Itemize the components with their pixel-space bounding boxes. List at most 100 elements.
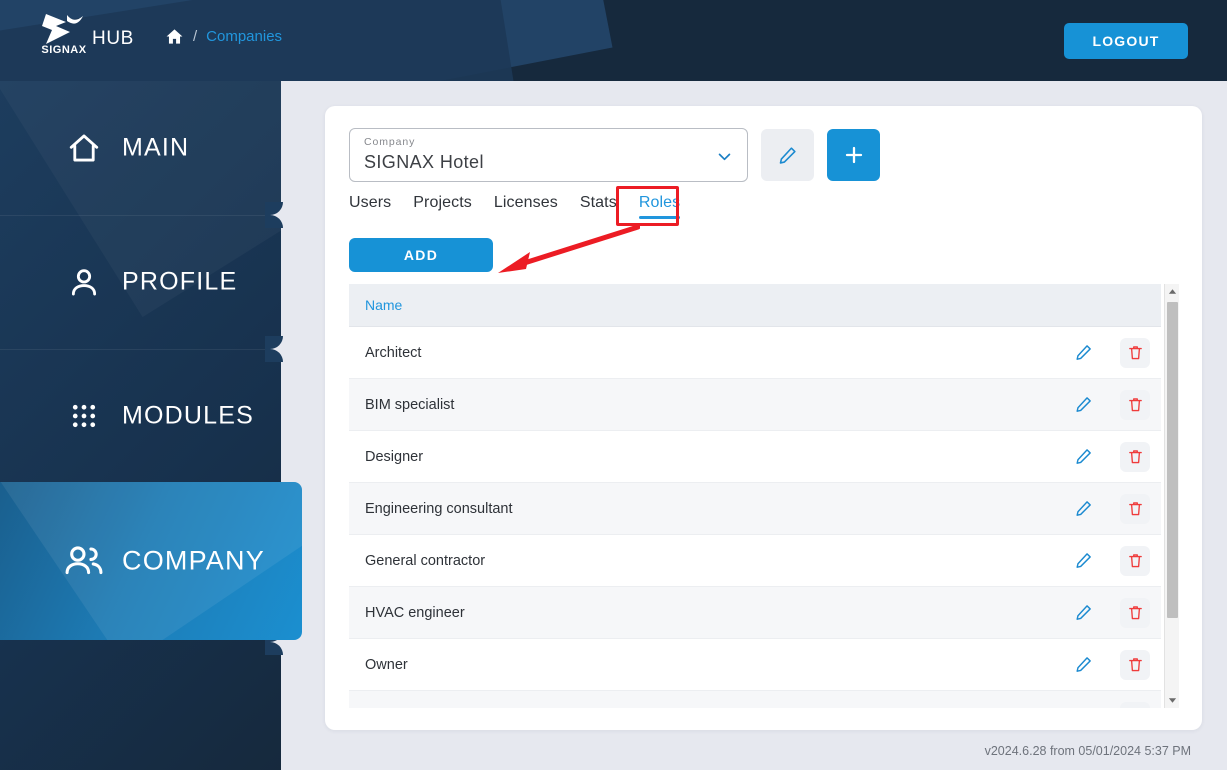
- sidebar-item-profile[interactable]: PROFILE: [0, 215, 281, 349]
- breadcrumb-separator: /: [193, 28, 198, 45]
- row-delete-button[interactable]: [1120, 337, 1150, 368]
- add-role-button[interactable]: ADD: [349, 238, 493, 272]
- row-edit-button[interactable]: [1068, 338, 1098, 368]
- caret-down-icon[interactable]: [1165, 693, 1179, 708]
- roles-table: Name Architect BIM specialist Designer E…: [349, 284, 1161, 708]
- caret-up-icon[interactable]: [1165, 284, 1179, 299]
- company-selector-row: Company SIGNAX Hotel: [349, 128, 880, 182]
- app-name: HUB: [92, 28, 134, 49]
- table-row[interactable]: General contractor: [349, 534, 1161, 587]
- cell-edit: [1057, 534, 1109, 587]
- plus-icon: [845, 146, 862, 164]
- cell-delete: [1109, 690, 1161, 708]
- row-delete-button[interactable]: [1120, 649, 1150, 680]
- pencil-icon: [1075, 501, 1091, 516]
- cell-role-name: Engineering consultant: [349, 482, 1057, 535]
- row-delete-button[interactable]: [1120, 597, 1150, 628]
- main-content-card: Company SIGNAX Hotel Users Projects Lice…: [325, 106, 1202, 730]
- trash-icon: [1128, 346, 1142, 360]
- table-row[interactable]: Engineering consultant: [349, 482, 1161, 535]
- table-row[interactable]: Designer: [349, 430, 1161, 483]
- cell-edit: [1057, 482, 1109, 535]
- sidebar-item-company[interactable]: COMPANY: [0, 482, 302, 640]
- row-edit-button[interactable]: [1068, 494, 1098, 524]
- sidebar-item-label: MAIN: [122, 133, 190, 162]
- tab-bar: Users Projects Licenses Stats Roles: [349, 194, 681, 219]
- signax-logo[interactable]: SIGNAX: [36, 12, 92, 64]
- cell-role-name: [349, 690, 1057, 708]
- tab-licenses[interactable]: Licenses: [494, 194, 558, 219]
- grid-dots-icon: [64, 396, 104, 436]
- row-delete-button[interactable]: [1120, 441, 1150, 472]
- trash-icon: [1128, 502, 1142, 516]
- column-header-delete: [1109, 284, 1161, 327]
- cell-edit: [1057, 430, 1109, 483]
- trash-icon: [1128, 606, 1142, 620]
- version-footer: v2024.6.28 from 05/01/2024 5:37 PM: [984, 744, 1191, 758]
- cell-delete: [1109, 482, 1161, 535]
- row-edit-button[interactable]: [1068, 598, 1098, 628]
- trash-icon: [1128, 658, 1142, 672]
- row-edit-button[interactable]: [1068, 702, 1098, 709]
- cell-edit: [1057, 326, 1109, 379]
- row-delete-button[interactable]: [1120, 545, 1150, 576]
- cell-edit: [1057, 586, 1109, 639]
- trash-icon: [1128, 398, 1142, 412]
- pencil-icon: [779, 146, 796, 164]
- trash-icon: [1128, 554, 1142, 568]
- add-company-button[interactable]: [827, 129, 880, 181]
- cell-delete: [1109, 638, 1161, 691]
- pencil-icon: [1075, 657, 1091, 672]
- cell-delete: [1109, 534, 1161, 587]
- company-select-label: Company: [364, 136, 416, 148]
- tab-roles[interactable]: Roles: [638, 194, 681, 219]
- cell-edit: [1057, 690, 1109, 709]
- tab-users[interactable]: Users: [349, 194, 391, 219]
- table-row[interactable]: [349, 690, 1161, 709]
- sidebar-item-label: MODULES: [122, 401, 255, 430]
- sidebar-nav: MAIN PROFILE MODULES COMPANY: [0, 81, 302, 770]
- sidebar-notch: [265, 202, 283, 228]
- row-edit-button[interactable]: [1068, 390, 1098, 420]
- sidebar-notch: [265, 336, 283, 362]
- cell-role-name: HVAC engineer: [349, 586, 1057, 639]
- tab-projects[interactable]: Projects: [413, 194, 472, 219]
- sidebar-item-modules[interactable]: MODULES: [0, 349, 281, 483]
- pencil-icon: [1075, 605, 1091, 620]
- table-head: Name: [349, 284, 1161, 327]
- sidebar-item-main[interactable]: MAIN: [0, 81, 281, 215]
- row-edit-button[interactable]: [1068, 442, 1098, 472]
- person-icon: [64, 262, 104, 302]
- row-edit-button[interactable]: [1068, 546, 1098, 576]
- row-delete-button[interactable]: [1120, 701, 1150, 708]
- table-scrollbar[interactable]: [1164, 284, 1179, 708]
- sidebar: MAIN PROFILE MODULES COMPANY: [0, 81, 302, 770]
- home-icon[interactable]: [165, 27, 184, 46]
- scrollbar-thumb[interactable]: [1167, 302, 1178, 618]
- table-row[interactable]: Owner: [349, 638, 1161, 691]
- company-select[interactable]: Company SIGNAX Hotel: [349, 128, 748, 182]
- row-delete-button[interactable]: [1120, 389, 1150, 420]
- cell-role-name: Owner: [349, 638, 1057, 691]
- edit-company-button[interactable]: [761, 129, 814, 181]
- table-row[interactable]: Architect: [349, 326, 1161, 379]
- column-header-name[interactable]: Name: [349, 284, 1057, 327]
- table-row[interactable]: HVAC engineer: [349, 586, 1161, 639]
- breadcrumb-current[interactable]: Companies: [206, 28, 282, 45]
- logout-button[interactable]: LOGOUT: [1064, 23, 1188, 59]
- home-icon: [64, 128, 104, 168]
- signax-logo-icon: [42, 14, 83, 44]
- tab-stats[interactable]: Stats: [580, 194, 617, 219]
- pencil-icon: [1075, 345, 1091, 360]
- cell-role-name: Designer: [349, 430, 1057, 483]
- cell-role-name: BIM specialist: [349, 378, 1057, 431]
- app-root: SIGNAX HUB / Companies LOGOUT MAIN PROFI…: [0, 0, 1227, 770]
- cell-delete: [1109, 378, 1161, 431]
- signax-logo-text: SIGNAX: [41, 44, 87, 56]
- row-edit-button[interactable]: [1068, 650, 1098, 680]
- company-select-value: SIGNAX Hotel: [364, 152, 484, 172]
- row-delete-button[interactable]: [1120, 493, 1150, 524]
- table-row[interactable]: BIM specialist: [349, 378, 1161, 431]
- pencil-icon: [1074, 707, 1093, 708]
- cell-edit: [1057, 378, 1109, 431]
